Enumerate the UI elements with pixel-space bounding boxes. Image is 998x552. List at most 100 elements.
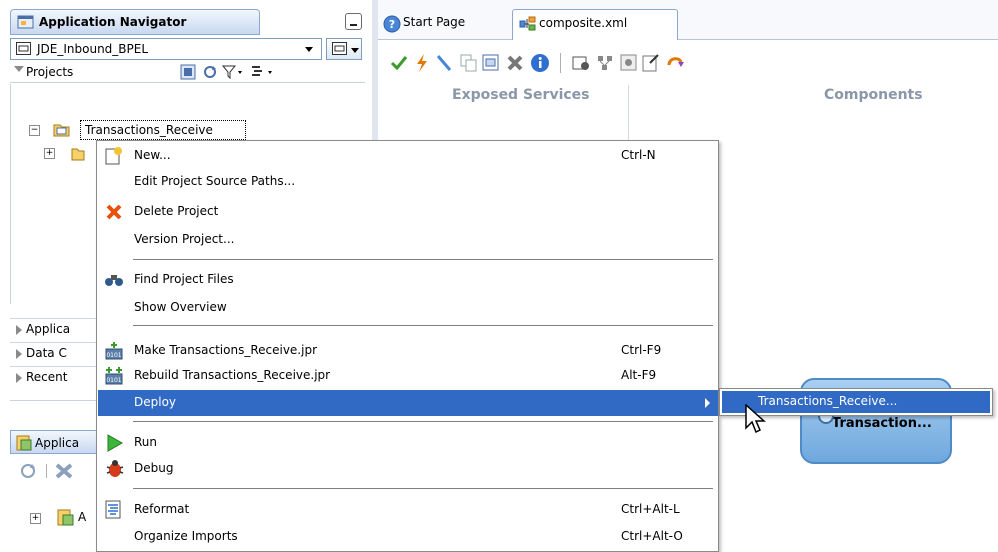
menu-item-shortcut: Ctrl+Alt-O	[621, 529, 683, 543]
reformat-icon	[105, 500, 121, 519]
sort-options-icon[interactable]	[250, 64, 276, 80]
accordion-label: Applica	[26, 322, 71, 336]
tab-start-page[interactable]: ? Start Page	[378, 9, 510, 40]
delete-x-icon	[106, 204, 122, 220]
menu-item-reformat[interactable]: Reformat Ctrl+Alt-L	[98, 498, 718, 522]
project-context-menu: New... Ctrl-N Edit Project Source Paths.…	[96, 140, 719, 552]
application-menu-icon	[332, 42, 347, 55]
menu-separator	[133, 325, 713, 326]
menu-item-label: Edit Project Source Paths...	[134, 174, 296, 188]
menu-item-label: New...	[134, 148, 171, 162]
refresh-icon[interactable]	[18, 462, 38, 480]
project-properties-icon[interactable]	[180, 64, 196, 80]
refresh-icon[interactable]	[202, 64, 218, 80]
submenu-item-label: Transactions_Receive...	[758, 394, 898, 408]
project-folder-icon	[53, 124, 70, 137]
delete-icon[interactable]	[54, 462, 74, 480]
projects-section-header[interactable]: Projects	[10, 61, 365, 83]
application-menu-button[interactable]	[326, 38, 362, 60]
svg-text:0101: 0101	[106, 352, 121, 359]
make-icon: 0101	[105, 342, 123, 360]
expand-triangle-icon	[16, 373, 22, 383]
layout-icon[interactable]	[596, 54, 616, 72]
application-navigator-icon	[17, 15, 34, 29]
menu-item-label: Version Project...	[134, 232, 235, 246]
tab-composite-xml[interactable]: composite.xml	[512, 9, 678, 40]
menu-item-rebuild[interactable]: 0101 Rebuild Transactions_Receive.jpr Al…	[98, 364, 718, 388]
project-name: Transactions_Receive	[85, 123, 213, 137]
navigator-tab-title: Application Navigator	[39, 15, 187, 29]
menu-item-organize-imports[interactable]: Organize Imports Ctrl+Alt-O	[98, 525, 718, 549]
menu-item-label: Find Project Files	[134, 272, 234, 286]
menu-item-label: Delete Project	[134, 204, 219, 218]
toolbar-divider	[46, 464, 47, 478]
submenu-arrow-icon	[705, 398, 710, 408]
wire-icon[interactable]	[436, 54, 454, 72]
menu-item-shortcut: Ctrl+Alt-L	[621, 502, 680, 516]
menu-item-delete-project[interactable]: Delete Project	[98, 200, 718, 224]
expand-triangle-icon	[16, 325, 22, 335]
tab-label: composite.xml	[539, 16, 628, 30]
info-icon[interactable]	[530, 53, 550, 73]
tree-node-project[interactable]: Transactions_Receive	[80, 120, 246, 140]
composite-toolbar	[378, 41, 998, 85]
binoculars-icon	[105, 275, 123, 286]
menu-item-show-overview[interactable]: Show Overview	[98, 296, 718, 320]
menu-item-debug[interactable]: Debug	[98, 457, 718, 481]
application-resources-tab[interactable]: Applica	[10, 430, 110, 454]
resources-toolbar	[10, 458, 110, 484]
components-header: Components	[824, 87, 923, 103]
delete-icon[interactable]	[506, 54, 524, 72]
copy-icon[interactable]	[460, 54, 478, 72]
exposed-services-header: Exposed Services	[452, 87, 590, 103]
accordion-label: Recent	[26, 370, 68, 384]
menu-item-label: Debug	[134, 461, 174, 475]
help-circle-icon: ?	[383, 15, 401, 33]
menu-item-shortcut: Ctrl-F9	[621, 343, 662, 357]
application-selector[interactable]: JDE_Inbound_BPEL	[10, 38, 322, 60]
menu-item-label: Make Transactions_Receive.jpr	[134, 343, 318, 357]
menu-item-make[interactable]: 0101 Make Transactions_Receive.jpr Ctrl-…	[98, 339, 718, 363]
menu-item-shortcut: Ctrl-N	[621, 148, 656, 162]
menu-item-edit-project-source-paths[interactable]: Edit Project Source Paths...	[98, 170, 718, 194]
refresh-arrow-icon[interactable]	[666, 53, 688, 73]
composite-icon	[519, 16, 536, 31]
component-label: Transaction...	[832, 416, 932, 431]
menu-item-shortcut: Alt-F9	[621, 368, 657, 382]
menu-separator	[133, 421, 713, 422]
svg-text:0101: 0101	[106, 377, 121, 384]
application-navigator-tab[interactable]: Application Navigator	[10, 9, 260, 35]
resources-tree-label: A	[78, 510, 87, 524]
toolbar-divider	[560, 53, 561, 73]
tree-collapse-toggle[interactable]: −	[29, 125, 40, 136]
debug-icon	[106, 460, 124, 477]
menu-item-new[interactable]: New... Ctrl-N	[98, 144, 718, 168]
settings-icon[interactable]	[620, 54, 638, 72]
menu-item-label: Deploy	[134, 395, 177, 409]
chevron-down-icon	[305, 47, 313, 52]
projects-label: Projects	[26, 65, 74, 79]
collapse-triangle-icon[interactable]	[14, 66, 24, 72]
menu-item-run[interactable]: Run	[98, 431, 718, 455]
tree-expand-toggle[interactable]: +	[44, 148, 55, 159]
paste-icon[interactable]	[482, 54, 500, 72]
validate-check-icon[interactable]	[390, 55, 408, 71]
test-icon[interactable]	[572, 54, 592, 72]
document-edit-icon[interactable]	[642, 53, 660, 73]
menu-item-deploy[interactable]: Deploy	[98, 390, 718, 416]
application-resources-icon	[16, 435, 32, 451]
lightning-icon[interactable]	[414, 53, 430, 73]
menu-separator	[133, 488, 713, 489]
filter-icon[interactable]	[222, 64, 244, 80]
tree-expand-toggle[interactable]: +	[30, 513, 41, 524]
menu-separator	[133, 259, 713, 260]
run-icon	[107, 434, 124, 452]
folder-icon	[71, 148, 85, 161]
tab-label: Start Page	[403, 15, 466, 29]
menu-item-version-project[interactable]: Version Project...	[98, 228, 718, 252]
menu-item-find-project-files[interactable]: Find Project Files	[98, 268, 718, 292]
menu-item-label: Show Overview	[134, 300, 227, 314]
minimize-button[interactable]	[345, 13, 362, 30]
application-resources-icon	[57, 509, 74, 526]
rebuild-icon: 0101	[105, 367, 123, 385]
